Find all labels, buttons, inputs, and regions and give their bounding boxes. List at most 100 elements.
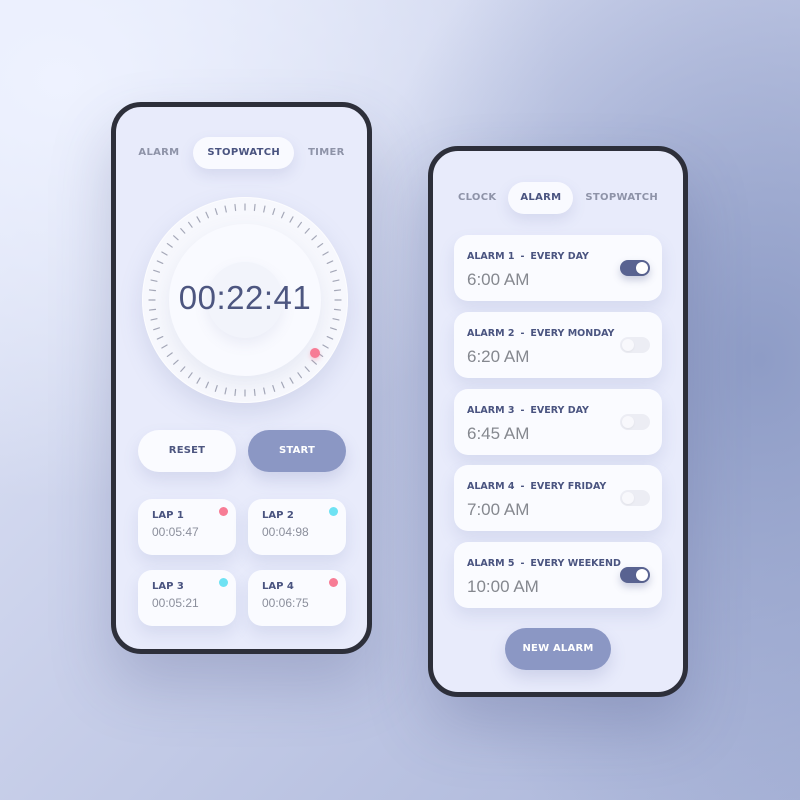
alarm-card[interactable]: ALARM 1- EVERY DAY 6:00 AM	[454, 235, 662, 301]
dial-tick	[326, 260, 334, 264]
tab-timer[interactable]: TIMER	[294, 137, 359, 169]
dial-tick	[214, 384, 218, 392]
dial-tick	[196, 216, 201, 223]
tab-alarm[interactable]: ALARM	[124, 137, 193, 169]
alarm-repeat: EVERY WEEKEND	[530, 558, 621, 569]
alarm-repeat: EVERY FRIDAY	[530, 481, 607, 492]
dial-tick	[322, 251, 329, 256]
start-button[interactable]: START	[248, 430, 346, 472]
dial-tick	[304, 366, 310, 372]
alarm-time: 10:00 AM	[467, 577, 539, 596]
alarm-repeat: EVERY DAY	[530, 251, 589, 262]
dial-tick	[196, 377, 201, 384]
stopwatch-phone: ALARM STOPWATCH TIMER 00:22:41 RESET STA…	[111, 102, 372, 654]
alarm-label: ALARM 4- EVERY FRIDAY	[467, 481, 606, 492]
lap-indicator-dot-icon	[219, 578, 228, 587]
alarm-separator: -	[520, 251, 525, 262]
dial-tick	[317, 242, 324, 248]
dial-tick	[281, 381, 285, 389]
toggle-knob	[622, 492, 634, 504]
dial-tick	[281, 211, 285, 219]
dial-tick	[332, 318, 340, 321]
dial-tick	[297, 221, 303, 228]
tab-stopwatch[interactable]: STOPWATCH	[573, 182, 670, 214]
dial-tick	[234, 388, 237, 397]
reset-button[interactable]: RESET	[138, 430, 236, 472]
dial-tick	[253, 388, 256, 397]
lap-time: 00:04:98	[262, 525, 309, 539]
dial-tick	[161, 251, 168, 256]
dial-tick	[263, 205, 266, 213]
alarm-card[interactable]: ALARM 5- EVERY WEEKEND 10:00 AM	[454, 542, 662, 608]
alarm-label: ALARM 2- EVERY MONDAY	[467, 328, 614, 339]
dial-tick	[311, 235, 317, 241]
dial-tick	[187, 372, 193, 379]
dial-tick	[180, 366, 186, 372]
alarm-label: ALARM 1- EVERY DAY	[467, 251, 589, 262]
dial-tick	[214, 208, 218, 216]
alarm-time: 6:00 AM	[467, 270, 530, 289]
stopwatch-tab-bar: ALARM STOPWATCH TIMER	[116, 137, 367, 169]
alarm-tab-bar: CLOCK ALARM STOPWATCH	[433, 182, 683, 214]
lap-time: 00:05:47	[152, 525, 199, 539]
dial-tick	[205, 211, 209, 219]
alarm-name: ALARM 2	[467, 328, 515, 339]
alarm-card[interactable]: ALARM 4- EVERY FRIDAY 7:00 AM	[454, 465, 662, 531]
dial-tick	[329, 327, 337, 331]
dial-tick	[187, 221, 193, 228]
alarm-repeat: EVERY DAY	[530, 405, 589, 416]
dial-tick	[272, 208, 276, 216]
dial-tick	[253, 203, 256, 212]
dial-tick	[205, 381, 209, 389]
dial-tick	[304, 228, 310, 234]
lap-card[interactable]: LAP 2 00:04:98	[248, 499, 346, 555]
lap-card[interactable]: LAP 3 00:05:21	[138, 570, 236, 626]
alarm-label: ALARM 3- EVERY DAY	[467, 405, 589, 416]
lap-indicator-dot-icon	[219, 507, 228, 516]
lap-card[interactable]: LAP 4 00:06:75	[248, 570, 346, 626]
dial-tick	[272, 384, 276, 392]
alarm-card[interactable]: ALARM 3- EVERY DAY 6:45 AM	[454, 389, 662, 455]
dial-tick	[161, 344, 168, 349]
dial-tick	[322, 344, 329, 349]
tab-clock[interactable]: CLOCK	[446, 182, 508, 214]
alarm-toggle[interactable]	[620, 490, 650, 506]
alarm-time: 7:00 AM	[467, 500, 530, 519]
tab-alarm[interactable]: ALARM	[508, 182, 574, 214]
dial-tick	[153, 269, 161, 273]
new-alarm-button[interactable]: NEW ALARM	[505, 628, 611, 670]
dial-tick	[224, 387, 227, 395]
dial-tick	[329, 269, 337, 273]
tab-stopwatch[interactable]: STOPWATCH	[193, 137, 295, 169]
alarm-repeat: EVERY MONDAY	[530, 328, 615, 339]
dial-tick	[311, 359, 317, 365]
alarm-time: 6:20 AM	[467, 347, 530, 366]
dial-tick	[150, 318, 158, 321]
alarm-separator: -	[520, 481, 525, 492]
dial-tick	[263, 387, 266, 395]
dial-tick	[289, 216, 294, 223]
stopwatch-time: 00:22:41	[178, 279, 312, 316]
alarm-separator: -	[520, 405, 525, 416]
alarm-toggle[interactable]	[620, 567, 650, 583]
alarm-separator: -	[520, 558, 525, 569]
alarm-name: ALARM 4	[467, 481, 515, 492]
dial-tick	[173, 359, 179, 365]
alarm-toggle[interactable]	[620, 414, 650, 430]
lap-time: 00:06:75	[262, 596, 309, 610]
alarm-card[interactable]: ALARM 2- EVERY MONDAY 6:20 AM	[454, 312, 662, 378]
alarm-separator: -	[520, 328, 525, 339]
alarm-name: ALARM 5	[467, 558, 515, 569]
alarm-phone: CLOCK ALARM STOPWATCH ALARM 1- EVERY DAY …	[428, 146, 688, 697]
lap-card[interactable]: LAP 1 00:05:47	[138, 499, 236, 555]
alarm-name: ALARM 3	[467, 405, 515, 416]
alarm-name: ALARM 1	[467, 251, 515, 262]
dial-tick	[166, 242, 173, 248]
dial-tick	[166, 352, 173, 358]
dial-tick	[153, 327, 161, 331]
alarm-toggle[interactable]	[620, 337, 650, 353]
dial-tick	[297, 372, 303, 379]
alarm-toggle[interactable]	[620, 260, 650, 276]
dial-tick	[156, 336, 164, 340]
dial-tick	[289, 377, 294, 384]
